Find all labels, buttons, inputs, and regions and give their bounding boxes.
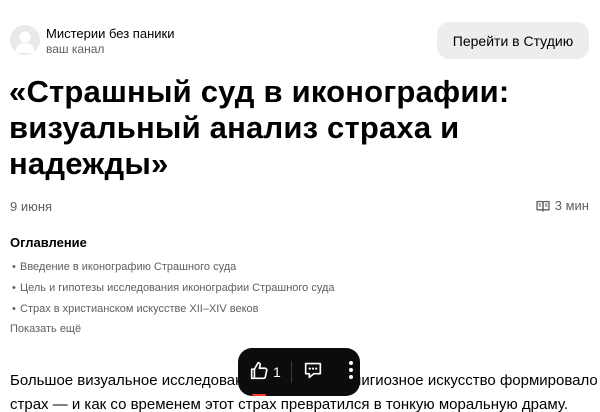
read-time-label: 3 мин — [554, 198, 589, 213]
channel-subtitle: ваш канал — [46, 42, 105, 56]
toc-item-label: Цель и гипотезы исследования иконографии… — [20, 282, 335, 294]
read-time: 3 мин — [536, 198, 589, 213]
like-count: 1 — [273, 364, 281, 380]
more-options-button[interactable] — [343, 360, 360, 385]
user-silhouette-icon — [15, 31, 35, 53]
article-page: Мистерии без паники ваш канал Перейти в … — [0, 0, 600, 412]
table-of-contents: • Введение в иконографию Страшного суда •… — [12, 257, 335, 320]
channel-header: Мистерии без паники ваш канал Перейти в … — [0, 0, 600, 64]
article-title: «Страшный суд в иконографии: визуальный … — [9, 74, 510, 181]
go-to-studio-button[interactable]: Перейти в Студию — [437, 22, 589, 59]
more-vertical-icon — [348, 360, 354, 385]
toc-item[interactable]: • Страх в христианском искусстве XII–XIV … — [12, 299, 335, 320]
channel-avatar[interactable] — [10, 25, 40, 55]
channel-name[interactable]: Мистерии без паники — [46, 26, 174, 41]
thumbs-up-icon — [248, 360, 270, 385]
publish-date: 9 июня — [10, 199, 53, 214]
comment-icon — [302, 359, 324, 386]
bullet-icon: • — [12, 261, 16, 273]
toc-item-label: Страх в христианском искусстве XII–XIV в… — [20, 303, 259, 315]
toc-title: Оглавление — [10, 235, 87, 250]
show-more-link[interactable]: Показать ещё — [10, 323, 81, 335]
book-icon — [536, 200, 550, 212]
toc-item[interactable]: • Цель и гипотезы исследования иконографи… — [12, 278, 335, 299]
toc-item-label: Введение в иконографию Страшного суда — [20, 261, 237, 273]
bullet-icon: • — [12, 303, 16, 315]
comment-button[interactable] — [302, 359, 325, 386]
reading-progress-indicator — [252, 394, 266, 396]
bullet-icon: • — [12, 282, 16, 294]
like-button[interactable]: 1 — [248, 360, 288, 385]
divider — [291, 361, 292, 383]
floating-action-bar: 1 — [238, 348, 360, 396]
toc-item[interactable]: • Введение в иконографию Страшного суда — [12, 257, 335, 278]
